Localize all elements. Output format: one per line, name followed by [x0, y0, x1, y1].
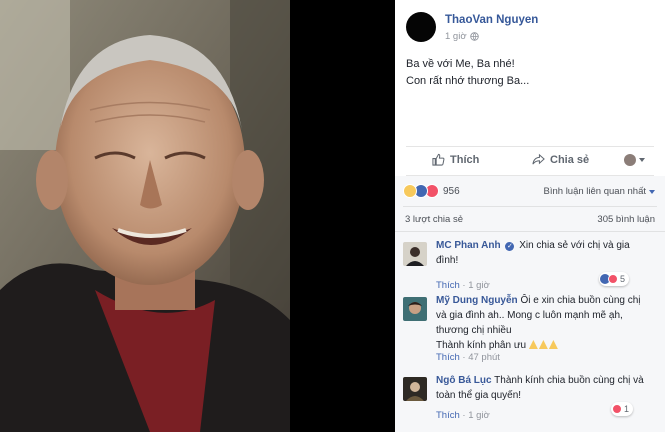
- portrait-photo: [0, 0, 290, 432]
- sort-label: Bình luận liên quan nhất: [543, 186, 646, 197]
- post-timestamp[interactable]: 1 giờ: [445, 31, 479, 42]
- comment-reactions[interactable]: 5: [599, 272, 630, 286]
- comment-list: MC Phan Anh ✓ Xin chia sẻ với chị và gia…: [395, 232, 665, 432]
- comment-time[interactable]: 1 giờ: [468, 280, 490, 291]
- comment-meta: Thích · 1 giờ: [436, 280, 490, 291]
- share-label: Chia sẻ: [550, 153, 590, 166]
- commenter-avatar[interactable]: [403, 377, 427, 401]
- action-bar: Thích Chia sẻ: [406, 146, 654, 176]
- comment-meta: Thích · 1 giờ: [436, 410, 490, 421]
- summary-divider: [403, 206, 657, 207]
- comment-count[interactable]: 305 bình luận: [597, 214, 655, 225]
- praying-hands-emoji: [528, 340, 558, 349]
- commenter-name[interactable]: MC Phan Anh: [436, 240, 501, 251]
- comment-like-link[interactable]: Thích: [436, 410, 460, 421]
- comment-bubble: MC Phan Anh ✓ Xin chia sẻ với chị và gia…: [436, 238, 646, 268]
- verified-icon: ✓: [505, 242, 515, 251]
- comment-reactions[interactable]: 1: [611, 402, 634, 416]
- globe-icon: [469, 32, 479, 41]
- author-avatar[interactable]: [406, 12, 436, 42]
- comment-bubble: Ngô Bá Lục Thành kính chia buồn cùng chị…: [436, 373, 646, 403]
- commenter-name[interactable]: Ngô Bá Lục: [436, 375, 492, 386]
- comment-time[interactable]: 47 phút: [468, 352, 500, 363]
- comment-text-extra: Thành kính phân ưu: [436, 340, 527, 351]
- comment-sort-dropdown[interactable]: Bình luận liên quan nhất: [544, 186, 655, 197]
- share-count[interactable]: 3 lượt chia sẻ: [405, 214, 463, 225]
- love-reaction-icon: [612, 404, 622, 414]
- love-reaction-icon: [608, 274, 618, 284]
- comment-meta: Thích · 47 phút: [436, 352, 500, 363]
- comment-bubble: Mỹ Dung Nguyễn Ôi e xin chia buồn cùng c…: [436, 293, 646, 353]
- comment-like-link[interactable]: Thích: [436, 352, 460, 363]
- viewer-avatar: [624, 154, 636, 166]
- like-label: Thích: [450, 153, 480, 166]
- comment-time[interactable]: 1 giờ: [468, 410, 490, 421]
- commenter-name[interactable]: Mỹ Dung Nguyễn: [436, 295, 518, 306]
- like-button[interactable]: Thích: [432, 153, 479, 166]
- comment-reaction-count: 5: [620, 274, 626, 284]
- photo-viewer[interactable]: [0, 0, 290, 432]
- like-icon: [432, 153, 445, 166]
- post-text: Ba về với Me, Ba nhé! Con rất nhớ thương…: [406, 56, 656, 90]
- engagement-summary: 956 Bình luận liên quan nhất 3 lượt chia…: [395, 176, 665, 232]
- comment-reaction-count: 1: [624, 404, 630, 414]
- caret-down-icon: [639, 158, 645, 162]
- post-header: ThaoVan Nguyen 1 giờ: [395, 0, 665, 48]
- reaction-summary[interactable]: 956: [403, 184, 460, 198]
- reaction-count: 956: [443, 185, 460, 197]
- chevron-down-icon: [649, 189, 655, 194]
- share-icon: [532, 153, 545, 165]
- commenter-avatar[interactable]: [403, 242, 427, 266]
- commenter-avatar[interactable]: [403, 297, 427, 321]
- post-panel: ThaoVan Nguyen 1 giờ Ba về với Me, Ba nh…: [395, 0, 665, 432]
- share-button[interactable]: Chia sẻ: [532, 153, 589, 166]
- comment-text-line: Thành kính phân ưu: [436, 338, 646, 353]
- post-time[interactable]: 1 giờ: [445, 31, 467, 42]
- post-line: Ba về với Me, Ba nhé!: [406, 58, 515, 70]
- reaction-avatar-selector[interactable]: [624, 154, 645, 166]
- author-name[interactable]: ThaoVan Nguyen: [445, 14, 538, 26]
- sad-reaction-icon: [403, 184, 417, 198]
- comment-like-link[interactable]: Thích: [436, 280, 460, 291]
- post-line: Con rất nhớ thương Ba...: [406, 75, 530, 87]
